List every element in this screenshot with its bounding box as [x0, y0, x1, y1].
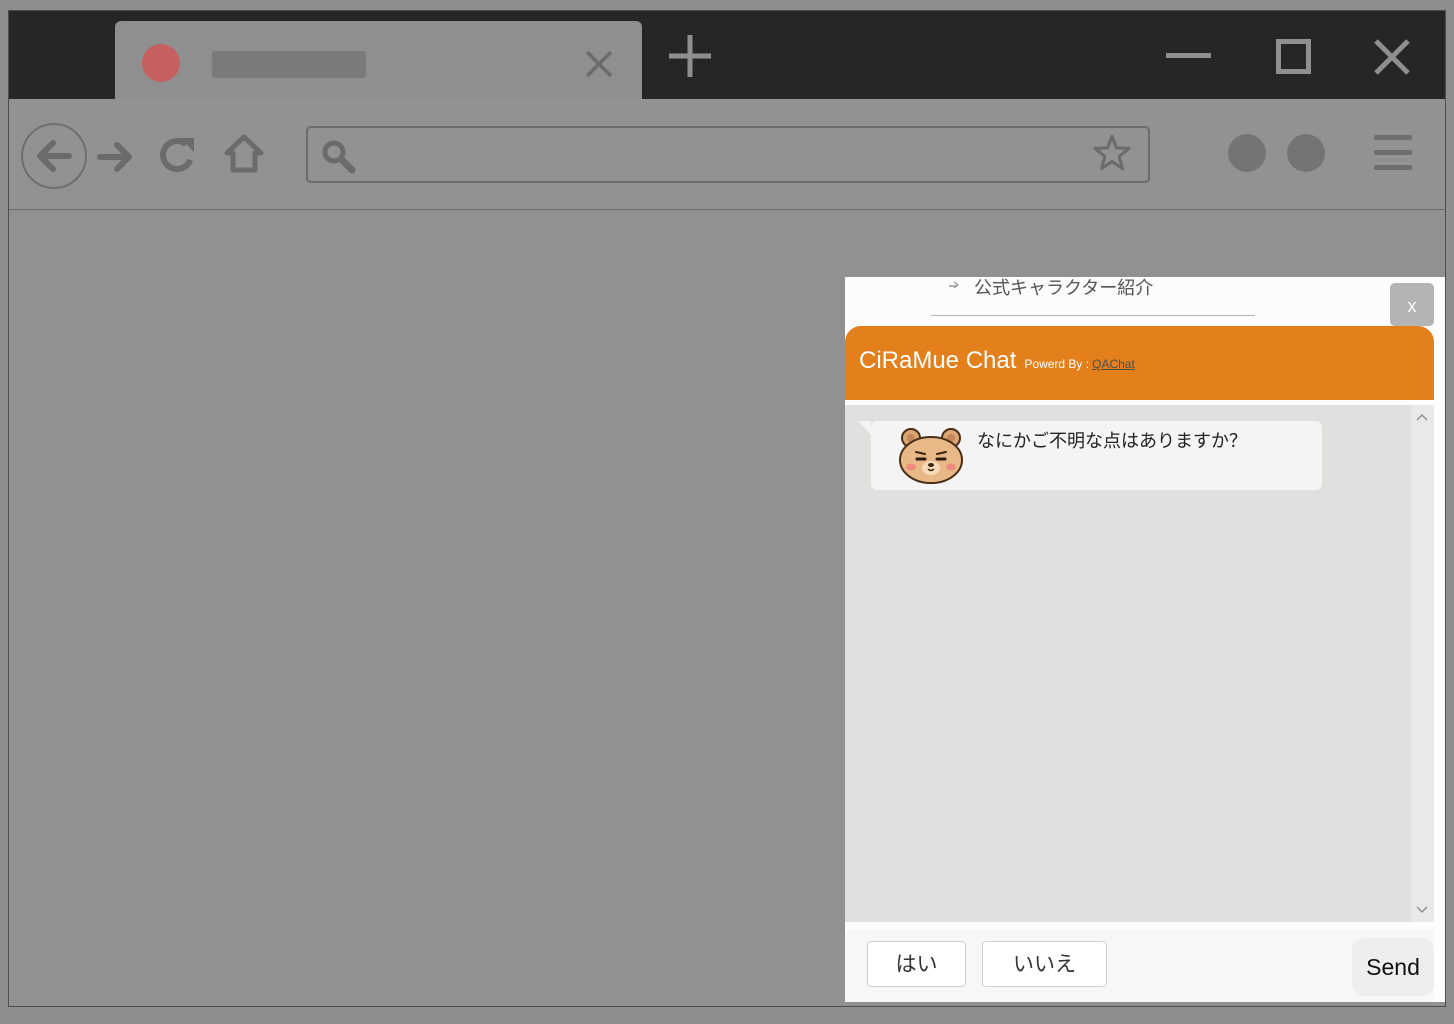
chat-scrollbar[interactable]: [1411, 405, 1434, 922]
bubble-tail: [858, 421, 871, 435]
address-bar[interactable]: [306, 126, 1150, 183]
forward-arrow-icon[interactable]: [97, 139, 133, 175]
chat-header: CiRaMue Chat Powerd By : QAChat: [845, 326, 1434, 400]
maximize-icon[interactable]: [1276, 39, 1311, 74]
arrow-right-icon: [949, 281, 960, 289]
bot-message-bubble: なにかご不明な点はありますか？: [871, 421, 1322, 490]
powered-by-label: Powerd By :: [1024, 357, 1090, 371]
qachat-link[interactable]: QAChat: [1092, 357, 1135, 371]
home-icon[interactable]: [223, 133, 265, 175]
quick-reply-no-button[interactable]: いいえ: [982, 941, 1107, 987]
search-icon: [322, 140, 356, 174]
star-icon[interactable]: [1091, 133, 1133, 175]
chat-close-button[interactable]: x: [1390, 283, 1434, 326]
browser-tab[interactable]: [115, 21, 642, 99]
close-icon[interactable]: [583, 48, 615, 80]
plus-icon[interactable]: [667, 33, 713, 79]
chat-message-area[interactable]: なにかご不明な点はありますか？: [845, 405, 1434, 922]
extension-dot-icon[interactable]: [1287, 134, 1325, 172]
tab-title-placeholder: [212, 51, 366, 78]
quick-reply-yes-button[interactable]: はい: [867, 941, 966, 987]
browser-toolbar: [9, 99, 1445, 210]
title-bar: [9, 11, 1445, 99]
bear-avatar-icon: [899, 428, 963, 484]
divider: [931, 315, 1255, 316]
window-close-icon[interactable]: [1373, 38, 1411, 76]
chevron-down-icon[interactable]: [1416, 906, 1428, 914]
menu-bar: [1374, 165, 1412, 170]
address-input[interactable]: [368, 136, 1068, 174]
extension-dot-icon[interactable]: [1228, 134, 1266, 172]
chat-title: CiRaMue Chat: [859, 347, 1017, 374]
chat-widget: 公式キャラクター紹介 x CiRaMue Chat Powerd By : QA…: [845, 277, 1445, 1002]
minimize-icon[interactable]: [1166, 53, 1211, 58]
chat-top-row: 公式キャラクター紹介 x: [845, 277, 1445, 326]
back-arrow-icon: [37, 140, 72, 172]
character-intro-link[interactable]: 公式キャラクター紹介: [974, 277, 1153, 301]
back-button[interactable]: [21, 123, 87, 189]
menu-bar: [1374, 135, 1412, 140]
reload-icon[interactable]: [158, 136, 196, 174]
bot-message-text: なにかご不明な点はありますか？: [977, 431, 1247, 452]
hamburger-menu-icon[interactable]: [1374, 135, 1412, 170]
menu-bar: [1374, 150, 1412, 155]
send-button[interactable]: Send: [1352, 938, 1434, 996]
tab-favicon-dot: [142, 44, 180, 82]
chat-header-row: CiRaMue Chat Powerd By : QAChat: [859, 344, 1135, 378]
screen: 公式キャラクター紹介 x CiRaMue Chat Powerd By : QA…: [0, 0, 1454, 1024]
chevron-up-icon[interactable]: [1416, 413, 1428, 421]
